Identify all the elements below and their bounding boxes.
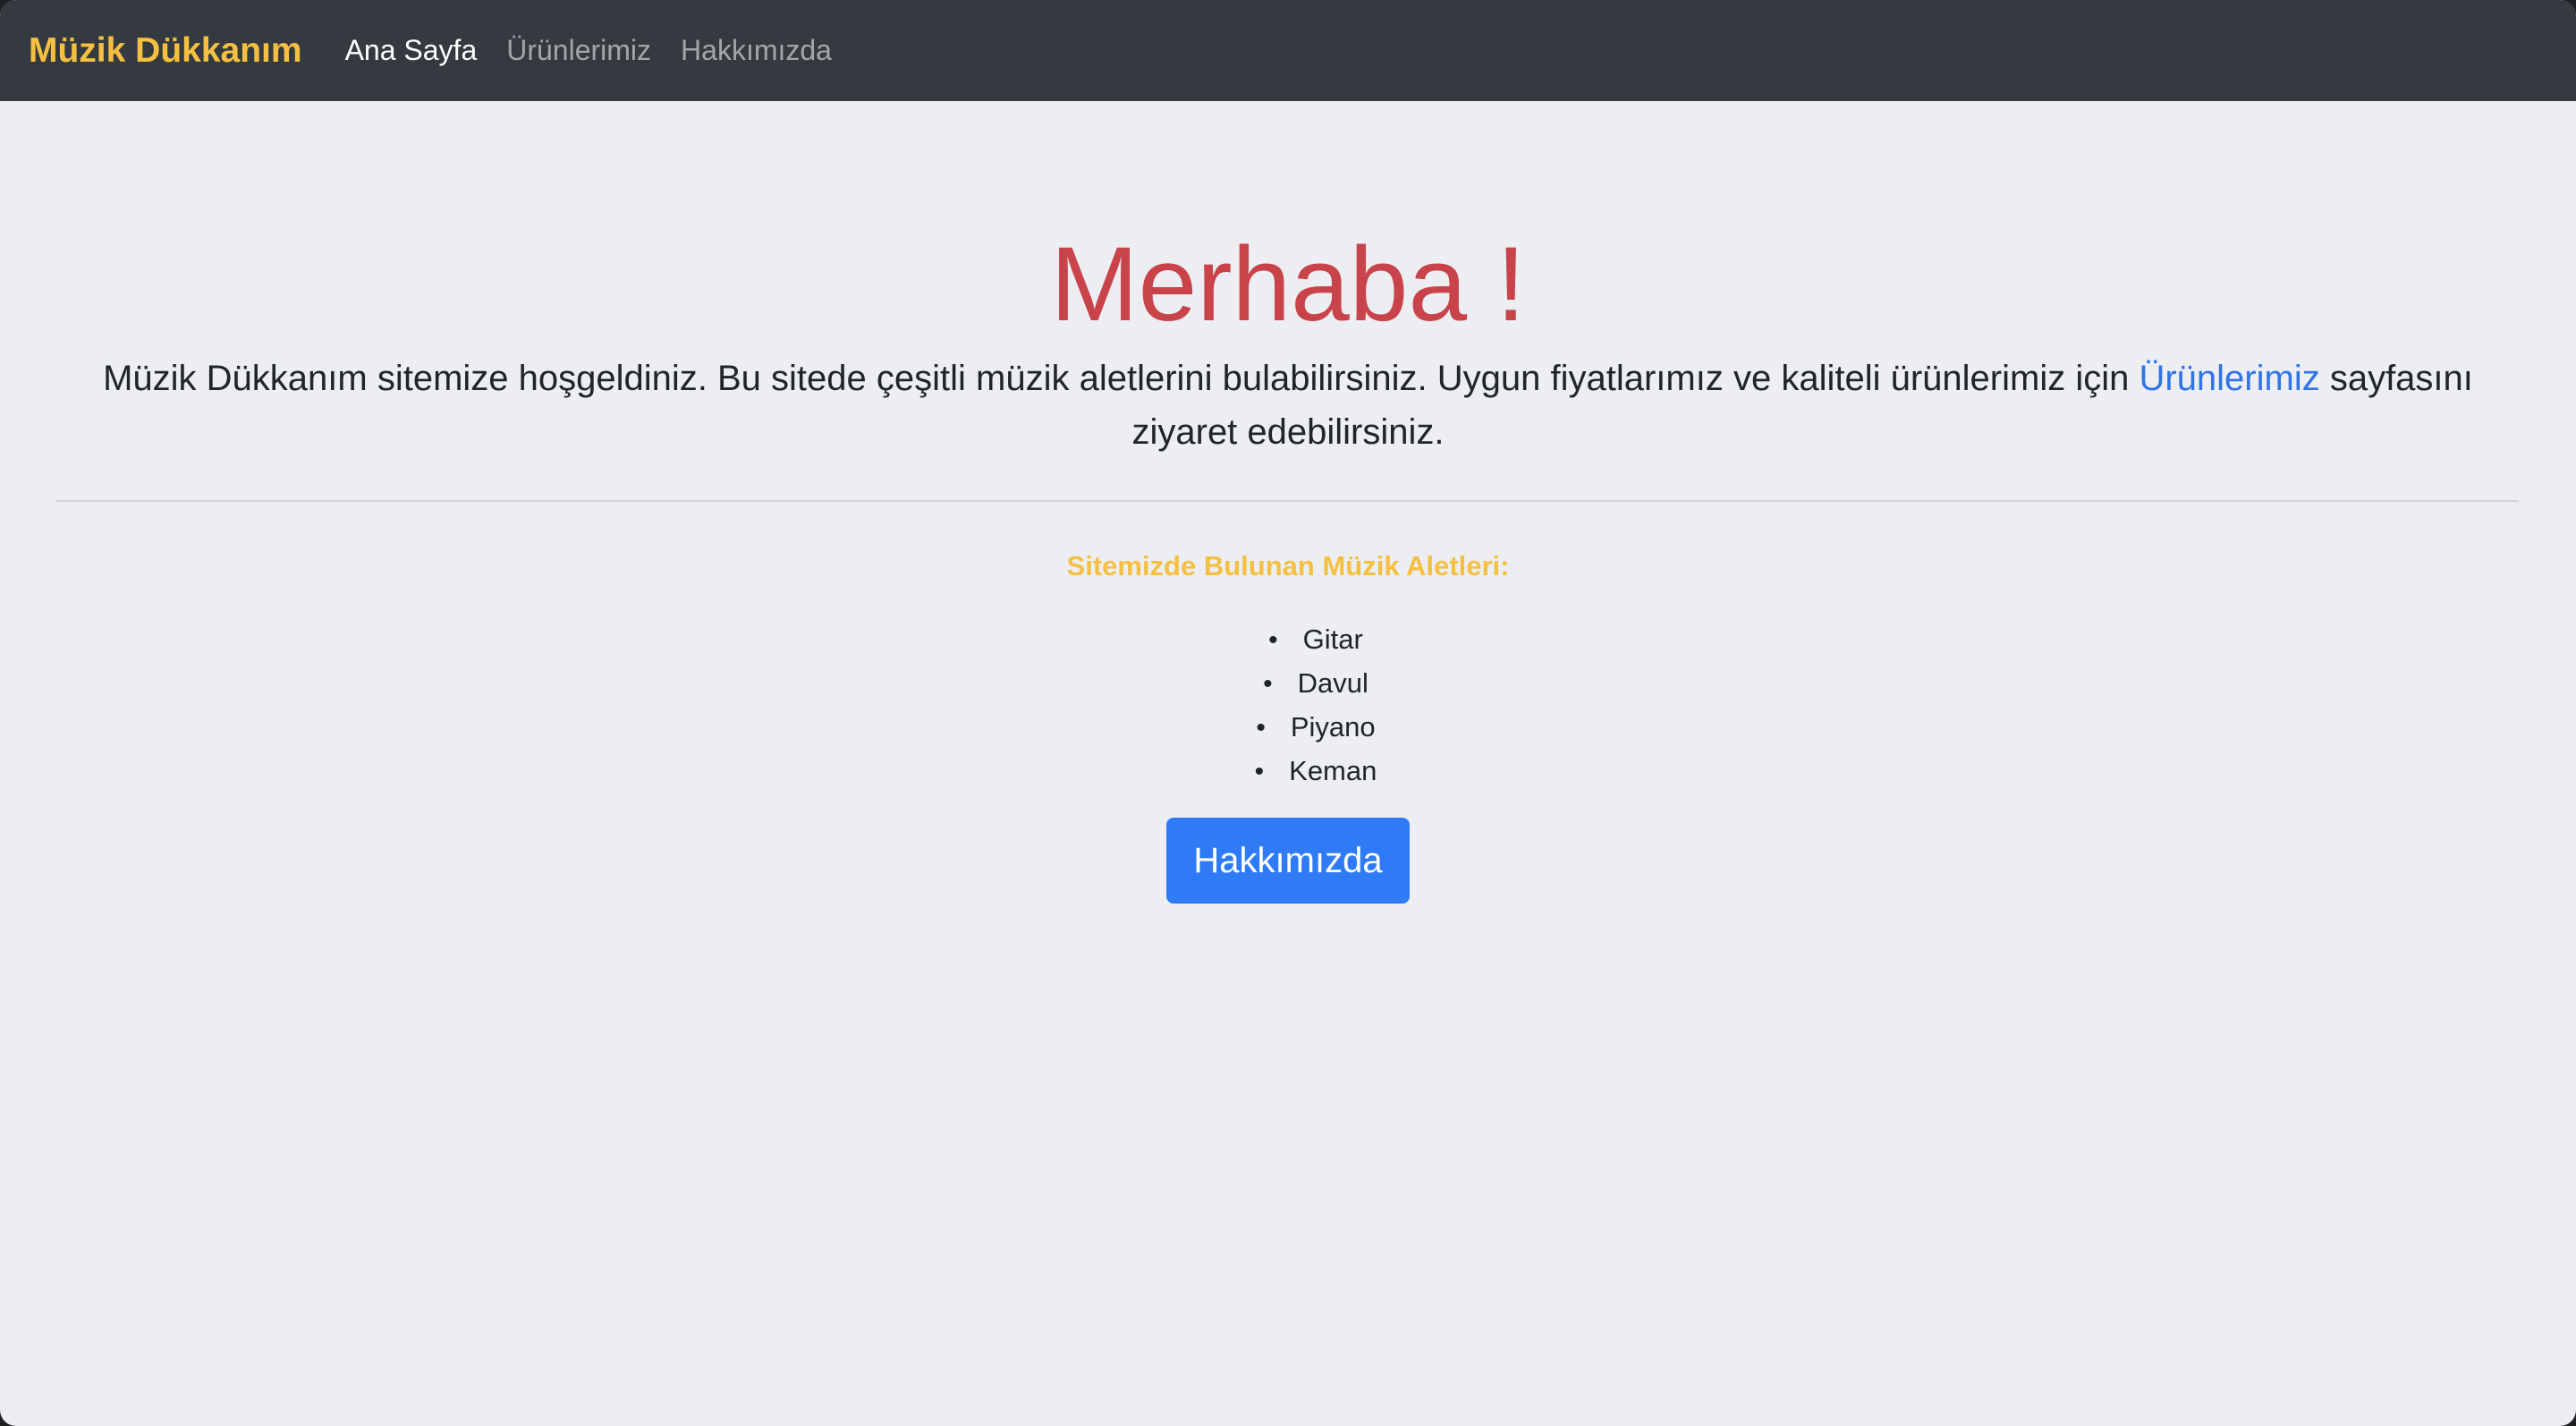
section-divider [56, 500, 2519, 502]
welcome-paragraph: Müzik Dükkanım sitemize hoşgeldiniz. Bu … [80, 352, 2496, 459]
main-content: Merhaba ! Müzik Dükkanım sitemize hoşgel… [0, 101, 2576, 1426]
bullet-icon: • [1268, 625, 1278, 655]
page-title: Merhaba ! [1050, 225, 1526, 344]
instruments-list: • Gitar • Davul • Piyano • Keman [0, 618, 2576, 794]
products-inline-link[interactable]: Ürünlerimiz [2139, 359, 2319, 398]
nav-link-products[interactable]: Ürünlerimiz [506, 34, 651, 67]
list-item-label: Davul [1297, 667, 1368, 699]
list-item-label: Gitar [1302, 624, 1363, 655]
list-item: • Gitar [0, 618, 2576, 662]
nav-link-home[interactable]: Ana Sayfa [345, 34, 478, 67]
list-item-label: Keman [1289, 755, 1377, 786]
bullet-icon: • [1254, 757, 1265, 786]
about-button[interactable]: Hakkımızda [1166, 818, 1410, 904]
welcome-text-start: Müzik Dükkanım sitemize hoşgeldiniz. Bu … [103, 359, 2140, 398]
bullet-icon: • [1263, 669, 1273, 699]
list-item: • Piyano [0, 706, 2576, 750]
brand-logo-link[interactable]: Müzik Dükkanım [29, 31, 302, 71]
browser-window: Müzik Dükkanım Ana Sayfa Ürünlerimiz Hak… [0, 0, 2576, 1426]
list-item-label: Piyano [1290, 711, 1376, 743]
list-item: • Keman [0, 750, 2576, 794]
list-item: • Davul [0, 662, 2576, 706]
navbar: Müzik Dükkanım Ana Sayfa Ürünlerimiz Hak… [0, 0, 2576, 101]
instruments-heading: Sitemizde Bulunan Müzik Aletleri: [1066, 550, 1510, 581]
nav-link-about[interactable]: Hakkımızda [681, 34, 832, 67]
bullet-icon: • [1256, 713, 1266, 743]
